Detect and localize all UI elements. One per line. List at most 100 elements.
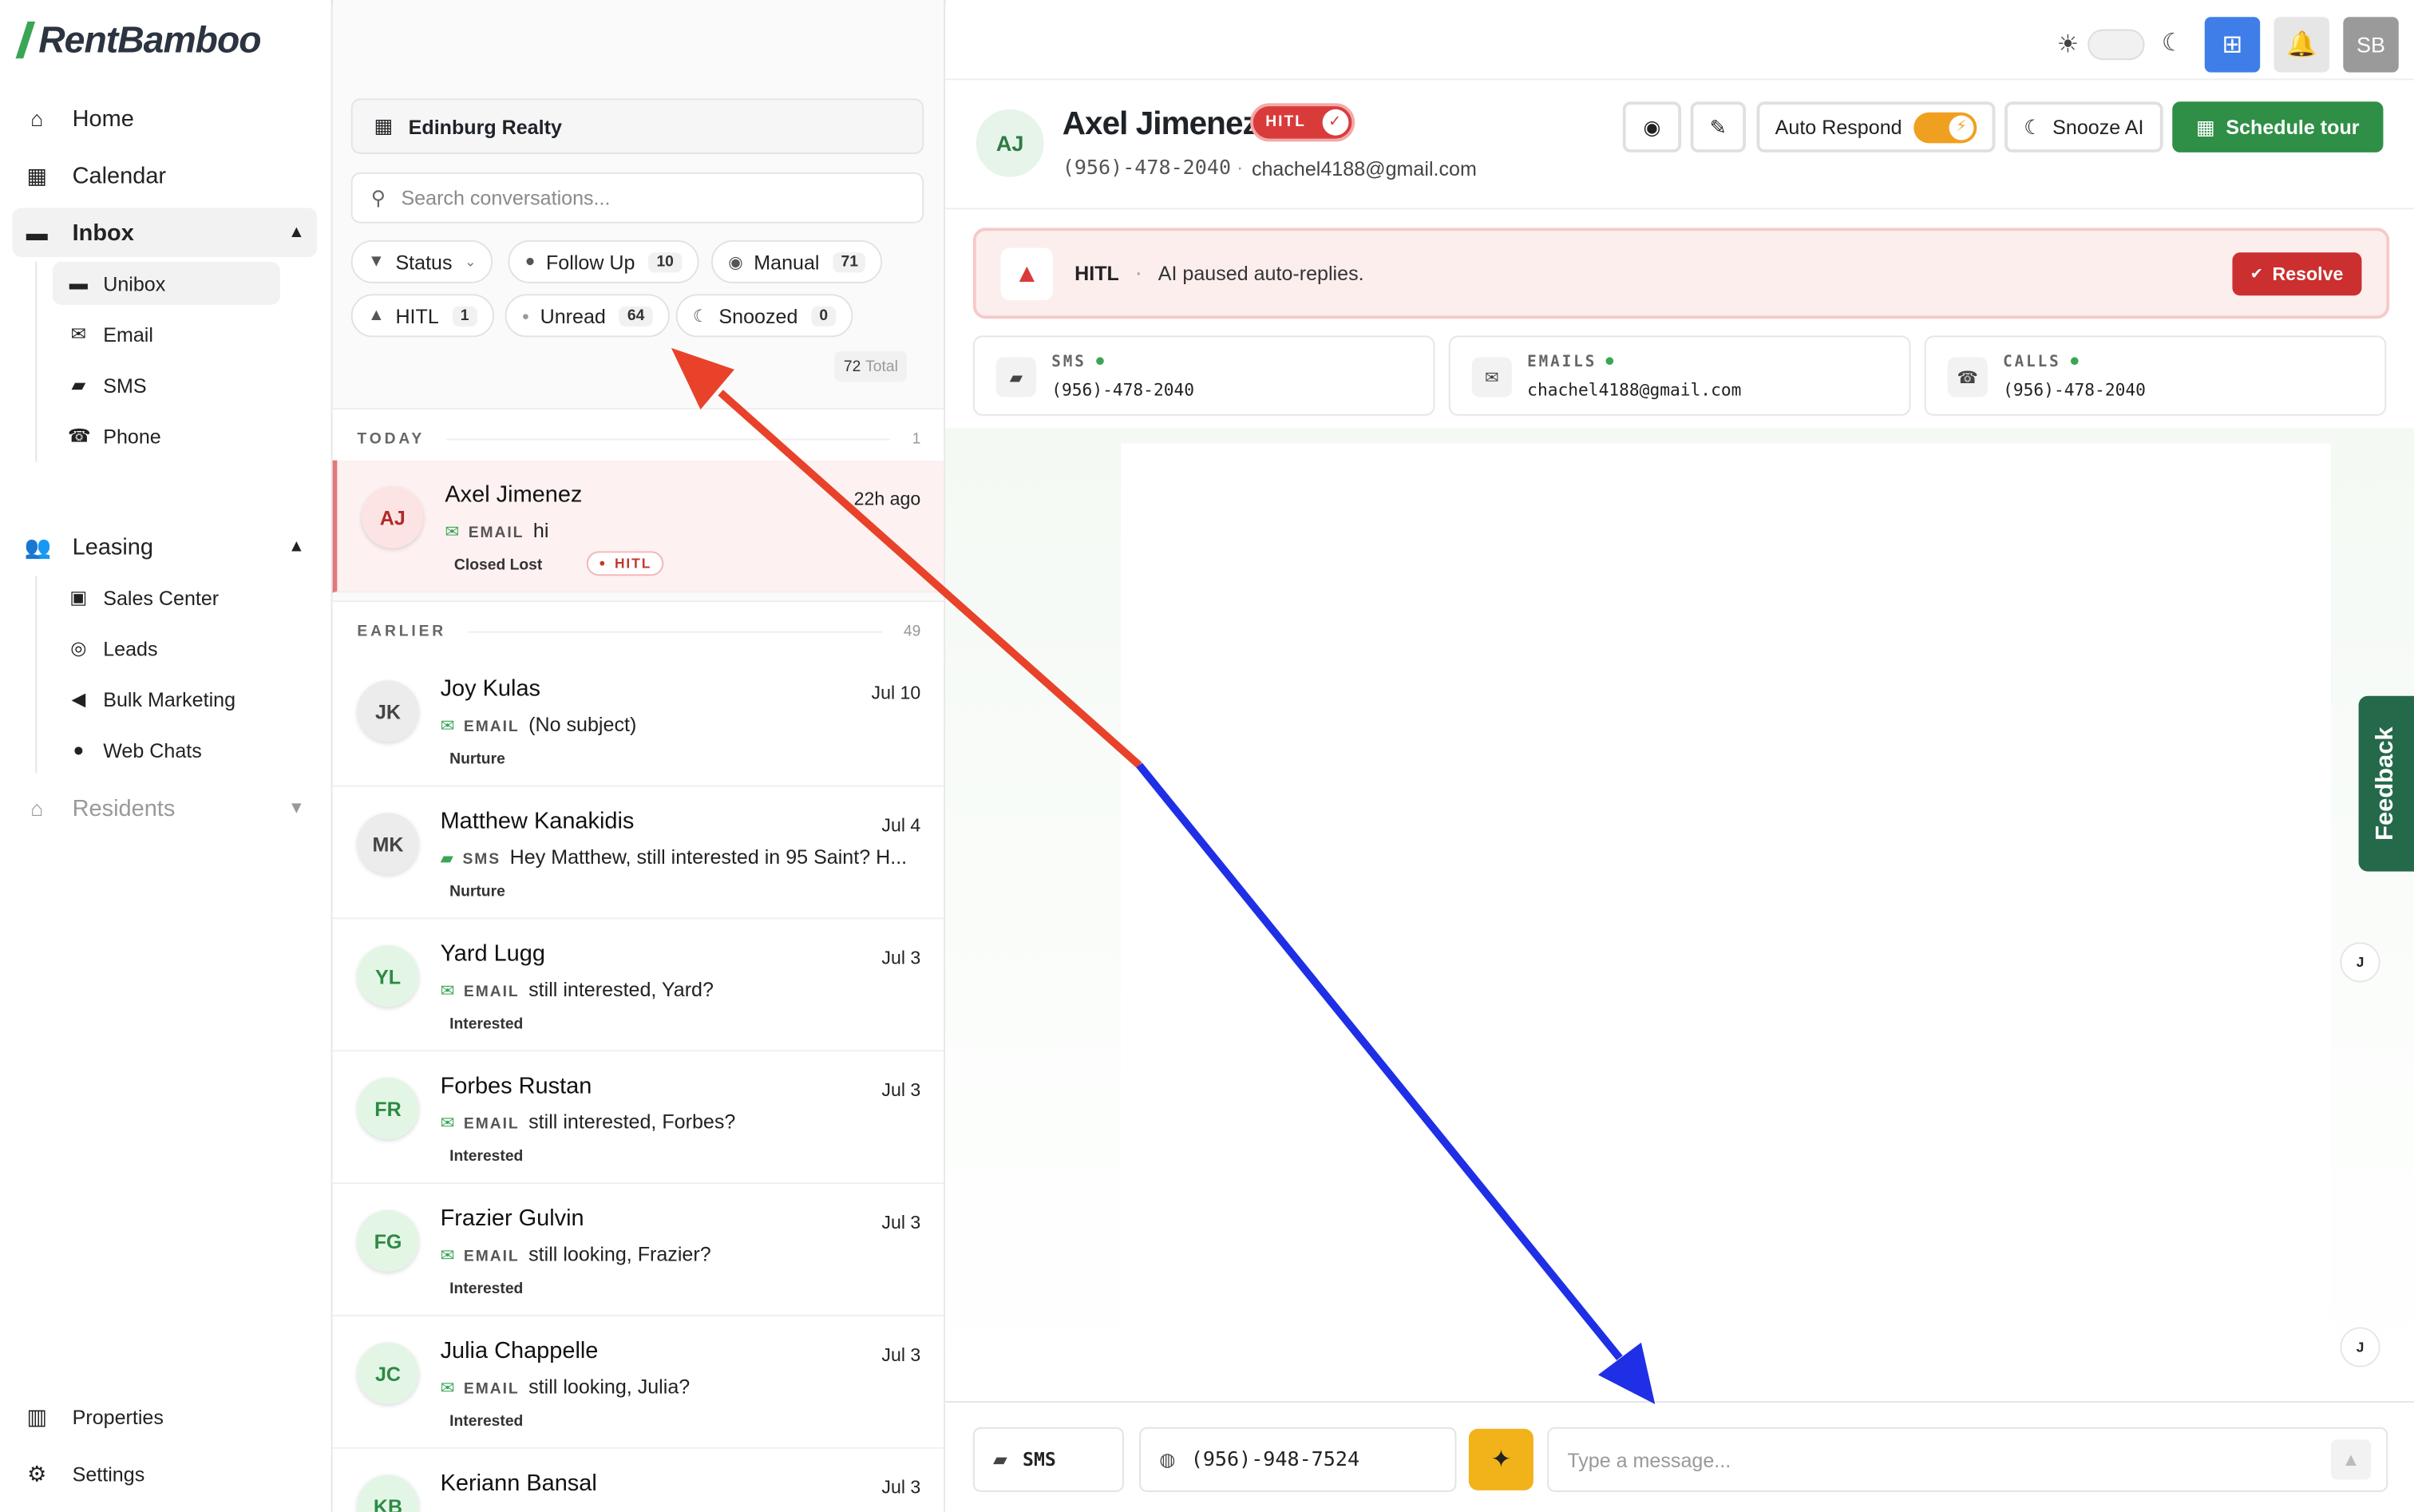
snooze-ai-button[interactable]: ☾ Snooze AI: [2004, 101, 2163, 152]
contact-name: Axel Jimenez: [1062, 106, 1259, 142]
list-item[interactable]: JK Joy Kulas Jul 10 ✉ EMAIL (No subject) N…: [332, 654, 944, 787]
conversation-list-panel: ▦ Edinburg Realty ⚲ Search conversations..…: [332, 0, 946, 1512]
tree-line: [35, 261, 38, 462]
feedback-tab[interactable]: Feedback: [2358, 695, 2414, 872]
sparkle-icon: ✦: [1490, 1447, 1512, 1474]
sidebar-item-sms[interactable]: ▰ SMS: [53, 363, 280, 406]
timestamp: Jul 3: [881, 1079, 921, 1101]
auto-respond-toggle[interactable]: Auto Respond ⚡: [1756, 101, 1996, 152]
list-item[interactable]: FR Forbes Rustan Jul 3 ✉ EMAIL still inter…: [332, 1051, 944, 1185]
notifications-button[interactable]: 🔔: [2274, 17, 2329, 73]
sidebar-item-home[interactable]: ⌂ Home: [12, 94, 317, 144]
status-tag: Interested: [449, 1015, 524, 1034]
sidebar-item-bulk-marketing[interactable]: ◀ Bulk Marketing: [53, 678, 280, 721]
filter-status[interactable]: ▼ Status ⌄: [350, 239, 493, 283]
inbox-icon: ▬: [26, 220, 48, 245]
schedule-tour-button[interactable]: ▦ Schedule tour: [2172, 101, 2384, 152]
sidebar-item-residents[interactable]: ⌂ Residents ▼: [12, 784, 317, 833]
property-selector[interactable]: ▦ Edinburg Realty: [350, 98, 924, 154]
timestamp: 22h ago: [853, 488, 921, 510]
avatar: KB: [357, 1474, 419, 1512]
list-item[interactable]: JC Julia Chappelle Jul 3 ✉ EMAIL still loo…: [332, 1316, 944, 1449]
chat-icon: ▰: [440, 849, 453, 869]
chat-icon: ▰: [992, 1448, 1007, 1470]
logo[interactable]: RentBamboo: [15, 20, 262, 63]
sidebar-item-leasing[interactable]: 👥 Leasing ▲: [12, 522, 317, 572]
app-header: ☀ ☾ ⊞ 🔔 SB: [945, 5, 2414, 81]
theme-toggle[interactable]: [2088, 29, 2145, 61]
add-button[interactable]: ⊞: [2204, 17, 2261, 73]
sidebar-item-inbox[interactable]: ▬ Inbox ▲: [12, 208, 318, 258]
message-preview: ✉ EMAIL (No subject): [440, 712, 637, 736]
timestamp: Jul 4: [881, 814, 921, 837]
sidebar-item-calendar[interactable]: ▦ Calendar: [12, 151, 317, 200]
moon-icon: ☾: [2161, 30, 2184, 57]
contact-avatar: AJ: [975, 109, 1044, 177]
hitl-toggle[interactable]: HITL ✓: [1250, 103, 1355, 142]
mail-icon: ✉: [1471, 357, 1512, 398]
status-tag: Nurture: [449, 751, 505, 769]
sidebar-item-settings[interactable]: ⚙ Settings: [12, 1449, 317, 1498]
sidebar: RentBamboo ⌂ Home ▦ Calendar ▬ Inbox ▲ ▬ Unib…: [0, 0, 333, 1512]
composer: ▰ SMS ◍ (956)-948-7524 ✦ Type a message...…: [945, 1401, 2414, 1512]
contact-name: Joy Kulas: [440, 675, 541, 703]
channel-card-emails[interactable]: ✉ EMAILS chachel4188@gmail.com: [1448, 335, 1911, 416]
filter-manual[interactable]: ◉ Manual 71: [711, 239, 883, 283]
ai-compose-button[interactable]: ✦: [1468, 1428, 1533, 1490]
search-input[interactable]: ⚲ Search conversations...: [350, 172, 924, 224]
globe-icon: ◍: [1159, 1448, 1176, 1470]
list-item[interactable]: MK Matthew Kanakidis Jul 4 ▰ SMS Hey Matth…: [332, 786, 944, 920]
filter-follow-up[interactable]: ● Follow Up 10: [508, 239, 698, 283]
unibox-icon: ▬: [69, 272, 88, 295]
chevron-down-icon: ⌄: [464, 253, 477, 269]
message-input[interactable]: Type a message... ▲: [1547, 1427, 2388, 1492]
list-item[interactable]: YL Yard Lugg Jul 3 ✉ EMAIL still intereste…: [332, 919, 944, 1052]
avatar: FR: [357, 1078, 419, 1140]
sidebar-item-unibox[interactable]: ▬ Unibox: [52, 261, 281, 305]
filter-snoozed[interactable]: ☾ Snoozed 0: [675, 294, 853, 338]
edit-button[interactable]: ✎: [1690, 101, 1747, 152]
message-preview: ✉ EMAIL still interested, Yard?: [440, 977, 714, 1001]
avatar[interactable]: SB: [2343, 17, 2399, 73]
filter-icon: ▼: [367, 252, 385, 271]
filter-hitl[interactable]: ▲ HITL 1: [350, 294, 494, 338]
house-icon: ⌂: [30, 796, 44, 821]
view-button[interactable]: ◉: [1622, 101, 1682, 152]
send-icon[interactable]: ▲: [2330, 1439, 2372, 1480]
calendar-icon: ▦: [2196, 114, 2215, 138]
message-avatar: J: [2340, 1327, 2380, 1368]
channel-select[interactable]: ▰ SMS: [972, 1427, 1124, 1492]
sidebar-item-leads[interactable]: ◎ Leads: [53, 627, 280, 670]
timestamp: Jul 3: [881, 947, 921, 969]
list-item[interactable]: AJ Axel Jimenez 22h ago ✉ EMAIL hi Closed …: [332, 460, 944, 593]
avatar: AJ: [362, 486, 424, 548]
channel-card-calls[interactable]: ☎ CALLS (956)-478-2040: [1924, 335, 2387, 416]
hitl-badge: ● HITL: [586, 551, 664, 576]
chevron-up-icon: ▲: [287, 537, 305, 556]
avatar: YL: [357, 945, 419, 1007]
sidebar-item-phone[interactable]: ☎ Phone: [53, 414, 280, 457]
resolve-button[interactable]: ✔ Resolve: [2231, 252, 2362, 296]
users-icon: 👥: [24, 533, 52, 559]
sun-icon: ☀: [2056, 32, 2080, 59]
list-item[interactable]: KB Keriann Bansal Jul 3: [332, 1448, 944, 1512]
avatar: MK: [357, 813, 419, 875]
sidebar-item-email[interactable]: ✉ Email: [53, 313, 280, 356]
message-area: [1121, 443, 2331, 1395]
contact-phone: (956)-478-2040 ·: [1062, 155, 1244, 180]
status-tag: Closed Lost: [453, 557, 543, 575]
bolt-icon: ⚡: [1949, 114, 1974, 140]
auto-respond-switch: ⚡: [1914, 111, 1977, 143]
timestamp: Jul 3: [881, 1344, 921, 1366]
sidebar-item-properties[interactable]: ▥ Properties: [12, 1391, 317, 1441]
contact-name: Keriann Bansal: [440, 1470, 597, 1497]
list-item[interactable]: FG Frazier Gulvin Jul 3 ✉ EMAIL still look…: [332, 1184, 944, 1316]
message-preview: ✉ EMAIL still looking, Frazier?: [440, 1242, 711, 1266]
plus-icon: ⊞: [2222, 32, 2243, 59]
contact-name: Forbes Rustan: [440, 1073, 592, 1100]
channel-card-sms[interactable]: ▰ SMS (956)-478-2040: [972, 335, 1435, 416]
sidebar-item-web-chats[interactable]: ● Web Chats: [53, 728, 280, 771]
filter-unread[interactable]: ● Unread 64: [505, 294, 670, 338]
from-number-select[interactable]: ◍ (956)-948-7524: [1139, 1427, 1457, 1492]
sidebar-item-sales-center[interactable]: ▣ Sales Center: [53, 576, 280, 619]
